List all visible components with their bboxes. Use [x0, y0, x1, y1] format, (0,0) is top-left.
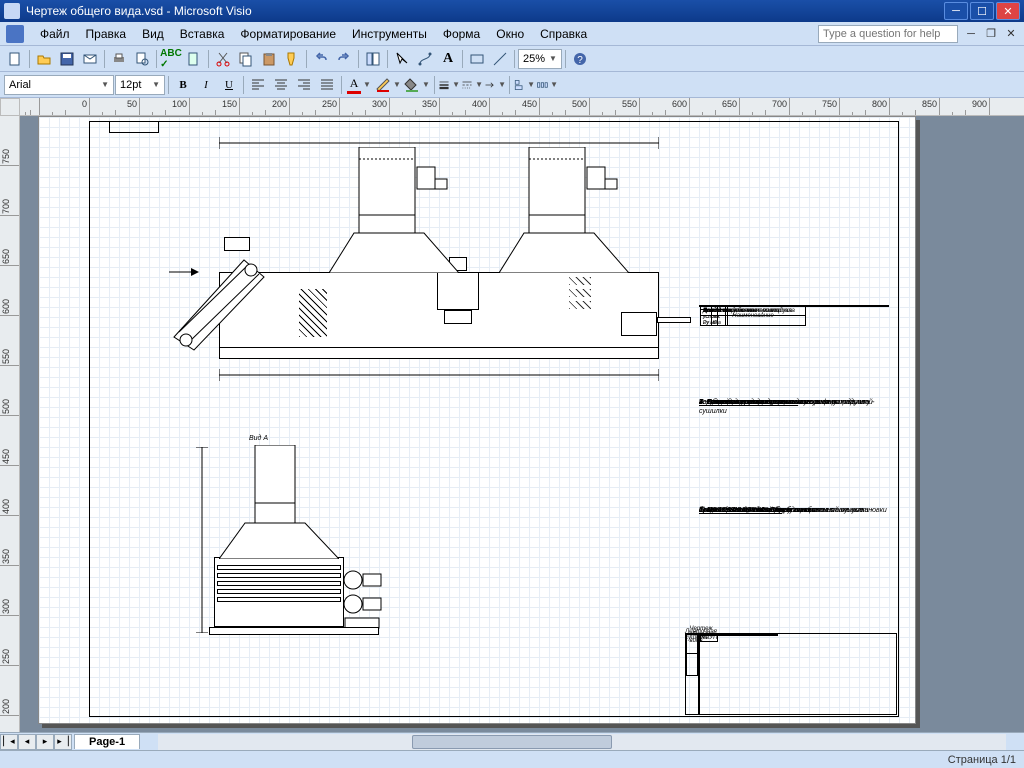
menu-view[interactable]: Вид [134, 25, 172, 43]
copy-button[interactable] [235, 48, 257, 70]
window-title: Чертеж общего вида.vsd - Microsoft Visio [26, 4, 942, 18]
help-search-input[interactable] [818, 25, 958, 43]
scroll-thumb[interactable] [412, 735, 612, 749]
rectangle-tool-button[interactable] [466, 48, 488, 70]
menu-insert[interactable]: Вставка [172, 25, 233, 43]
menu-help[interactable]: Справка [532, 25, 595, 43]
format-painter-button[interactable] [281, 48, 303, 70]
doc-close-button[interactable]: ✕ [1004, 27, 1018, 41]
fill-color-button[interactable]: ▼ [403, 74, 431, 96]
text-tool-button[interactable]: A [437, 48, 459, 70]
svg-text:?: ? [577, 55, 583, 66]
research-button[interactable] [183, 48, 205, 70]
align-center-button[interactable] [270, 74, 292, 96]
zoom-combo[interactable]: 25%▼ [518, 49, 562, 69]
menu-file[interactable]: Файл [32, 25, 78, 43]
maximize-button[interactable]: ☐ [970, 2, 994, 20]
status-page-indicator: Страница 1/1 [948, 754, 1016, 766]
menu-edit[interactable]: Правка [78, 25, 135, 43]
font-combo[interactable]: Arial▼ [4, 75, 114, 95]
ruler-corner [0, 98, 20, 116]
email-button[interactable] [79, 48, 101, 70]
cut-button[interactable] [212, 48, 234, 70]
print-preview-button[interactable] [131, 48, 153, 70]
doc-minimize-button[interactable]: ─ [964, 27, 978, 41]
menu-window[interactable]: Окно [488, 25, 532, 43]
align-right-button[interactable] [293, 74, 315, 96]
line-tool-button[interactable] [489, 48, 511, 70]
font-size-combo[interactable]: 12pt▼ [115, 75, 165, 95]
line-weight-button[interactable]: ▼ [438, 74, 460, 96]
align-justify-button[interactable] [316, 74, 338, 96]
menu-format[interactable]: Форматирование [232, 25, 344, 43]
tab-nav-next[interactable]: ▸ [36, 734, 54, 750]
canvas[interactable]: Вид А [20, 116, 1024, 732]
new-button[interactable] [4, 48, 26, 70]
horizontal-scrollbar[interactable] [158, 734, 1006, 750]
font-color-button[interactable]: A▼ [345, 74, 373, 96]
spelling-button[interactable]: ABC✓ [160, 48, 182, 70]
undo-button[interactable] [310, 48, 332, 70]
line-color-button[interactable]: ▼ [374, 74, 402, 96]
menu-shape[interactable]: Форма [435, 25, 488, 43]
tab-nav-first[interactable]: ▏◂ [0, 734, 18, 750]
drawing-content: Вид А [39, 117, 915, 723]
line-ends-button[interactable]: ▼ [484, 74, 506, 96]
connector-tool-button[interactable] [414, 48, 436, 70]
doc-restore-button[interactable]: ❐ [984, 27, 998, 41]
line-pattern-button[interactable]: ▼ [461, 74, 483, 96]
help-button[interactable]: ? [569, 48, 591, 70]
drawing-page[interactable]: Вид А [38, 116, 916, 724]
vertical-ruler: 750700 650600 550500 450400 350300 25020… [0, 116, 20, 732]
align-shapes-button[interactable]: ▼ [513, 74, 535, 96]
minimize-button[interactable]: ─ [944, 2, 968, 20]
align-left-button[interactable] [247, 74, 269, 96]
underline-button[interactable]: U [218, 74, 240, 96]
italic-button[interactable]: I [195, 74, 217, 96]
bold-button[interactable]: B [172, 74, 194, 96]
tab-nav-prev[interactable]: ◂ [18, 734, 36, 750]
print-button[interactable] [108, 48, 130, 70]
distribute-shapes-button[interactable]: ▼ [536, 74, 558, 96]
close-button[interactable]: ✕ [996, 2, 1020, 20]
pointer-tool-button[interactable] [391, 48, 413, 70]
menu-tools[interactable]: Инструменты [344, 25, 435, 43]
paste-button[interactable] [258, 48, 280, 70]
page-tab-1[interactable]: Page-1 [74, 734, 140, 749]
open-button[interactable] [33, 48, 55, 70]
horizontal-ruler: 050 100150 200250 300350 400450 500550 6… [20, 98, 1024, 116]
shapes-panel-button[interactable] [362, 48, 384, 70]
app-icon [4, 3, 20, 19]
redo-button[interactable] [333, 48, 355, 70]
visio-icon [6, 25, 24, 43]
save-button[interactable] [56, 48, 78, 70]
tab-nav-last[interactable]: ▸▕ [54, 734, 72, 750]
